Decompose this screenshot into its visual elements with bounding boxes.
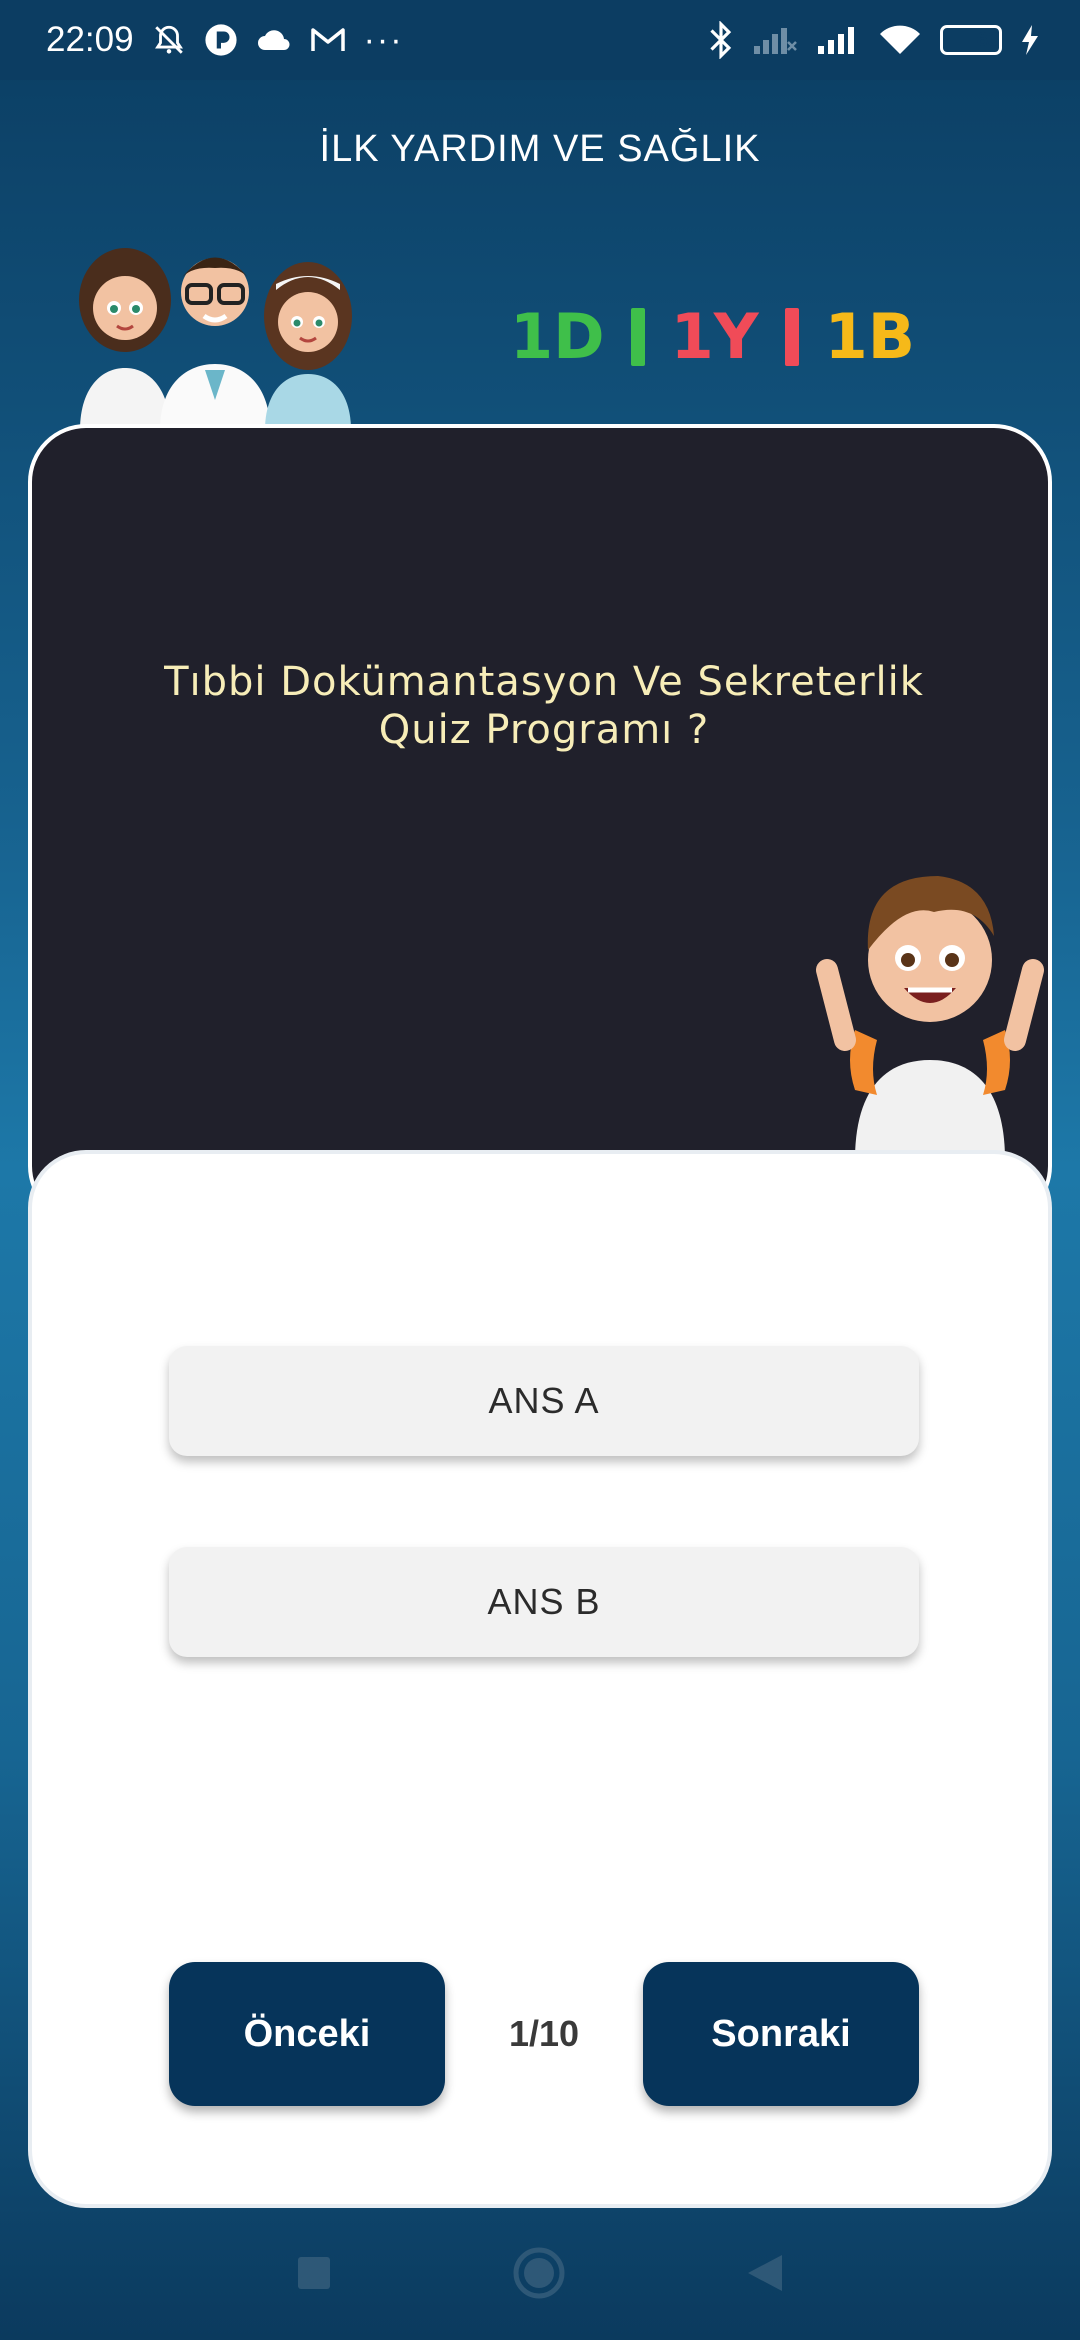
- charging-icon: [1020, 24, 1040, 56]
- question-text: Tıbbi Dokümantasyon Ve Sekreterlik Quiz …: [164, 659, 924, 753]
- level-badges: 1D 1Y 1B: [510, 300, 915, 373]
- more-dots-icon: ···: [363, 20, 404, 59]
- status-time: 22:09: [46, 20, 134, 59]
- battery-level: 63: [976, 28, 999, 51]
- doctors-illustration: [70, 230, 370, 430]
- status-right: 63: [708, 21, 1040, 59]
- signal-icon: [816, 24, 860, 56]
- previous-button[interactable]: Önceki: [169, 1962, 445, 2106]
- bluetooth-icon: [708, 21, 734, 59]
- badge-separator: [630, 307, 645, 366]
- page-title: İLK YARDIM VE SAĞLIK: [319, 128, 761, 170]
- cloud-icon: [256, 27, 292, 53]
- p-app-icon: [204, 23, 238, 57]
- question-progress: 1/10: [508, 2013, 580, 2054]
- wifi-icon: [878, 24, 922, 56]
- status-bar: 22:09 ··· 63: [0, 0, 1080, 80]
- badge-separator: [784, 307, 799, 366]
- badge-1y: 1Y: [670, 300, 759, 373]
- signal-off-icon: [752, 24, 798, 56]
- badge-1b: 1B: [824, 300, 916, 373]
- answer-a-button[interactable]: ANS A: [169, 1346, 919, 1456]
- bell-off-icon: [152, 23, 186, 57]
- badge-1d: 1D: [510, 300, 605, 373]
- answer-panel: ANS A ANS B Önceki 1/10 Sonraki: [28, 1150, 1052, 2208]
- back-icon[interactable]: [746, 2253, 784, 2298]
- kid-illustration: [800, 840, 1050, 1160]
- home-icon[interactable]: [512, 2246, 566, 2305]
- gmail-icon: [310, 26, 346, 54]
- next-button[interactable]: Sonraki: [643, 1962, 919, 2106]
- status-left: 22:09 ···: [46, 20, 404, 60]
- recents-icon[interactable]: [296, 2255, 332, 2296]
- system-nav-bar: [0, 2220, 1080, 2330]
- battery-icon: 63: [940, 25, 1002, 55]
- answer-b-button[interactable]: ANS B: [169, 1547, 919, 1657]
